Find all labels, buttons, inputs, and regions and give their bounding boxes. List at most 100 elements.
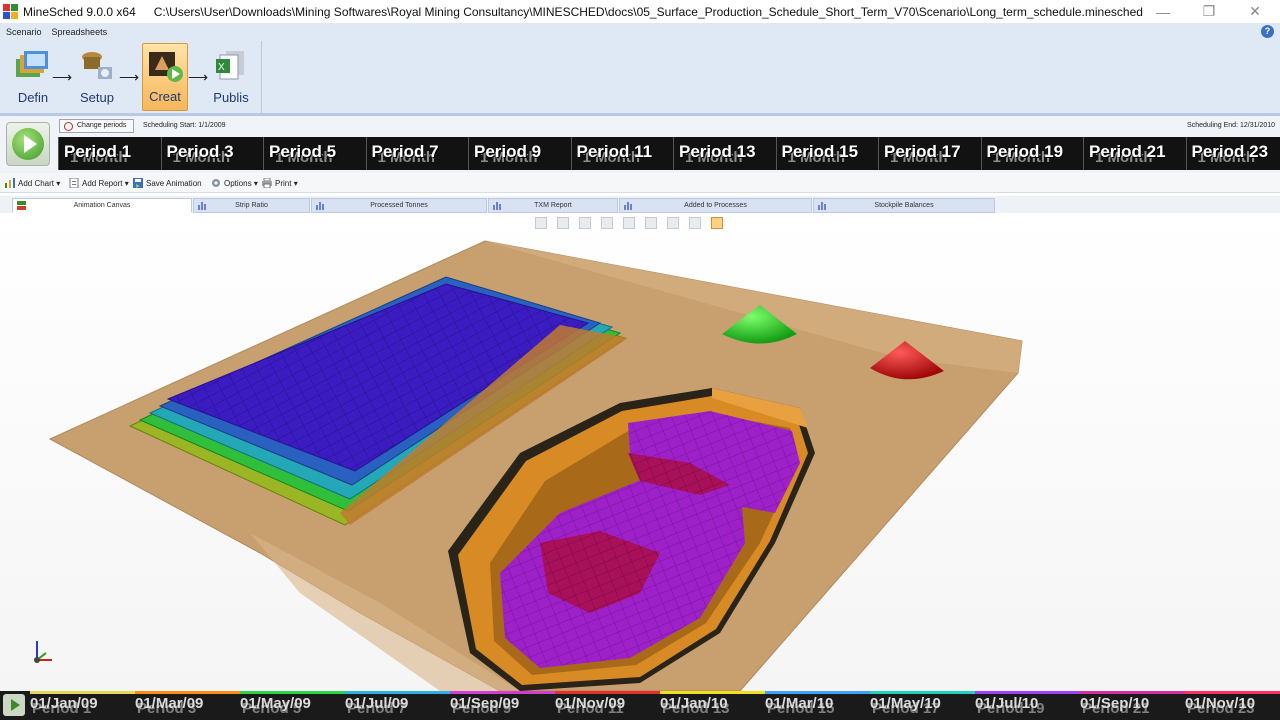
3d-scene[interactable] (0, 213, 1280, 691)
create-icon (149, 52, 183, 82)
period-label: Period 11 (576, 142, 653, 161)
change-periods-button[interactable]: Change periods (59, 119, 134, 133)
timeline-cell[interactable]: Period 21 01/Sep/10 (1080, 691, 1185, 720)
menu-scenario[interactable]: Scenario (6, 27, 42, 37)
options-button[interactable]: Options ▾ (211, 178, 258, 188)
tab-stockpile-balances[interactable]: Stockpile Balances (813, 198, 995, 213)
timeline-color-bar (1080, 691, 1185, 694)
timeline-color-bar (765, 691, 870, 694)
period-cell[interactable]: 1 Month Period 21 (1083, 137, 1186, 170)
timeline-cell[interactable]: Period 9 01/Sep/09 (450, 691, 555, 720)
period-cell[interactable]: 1 Month Period 19 (980, 137, 1084, 170)
report-icon (69, 178, 79, 188)
period-cell[interactable]: 1 Month Period 9 (468, 137, 571, 170)
minimize-button[interactable]: — (1140, 0, 1186, 23)
timeline-date-label: 01/Mar/09 (135, 695, 204, 712)
scheduling-start-label: Scheduling Start: 1/1/2009 (143, 122, 226, 129)
period-strip[interactable]: 1 Month Period 11 Month Period 31 Month Per… (58, 137, 1280, 170)
timeline-cell[interactable]: Period 3 01/Mar/09 (135, 691, 240, 720)
play-schedule-button[interactable] (6, 122, 50, 166)
period-label: Period 17 (884, 142, 961, 161)
animation-icon (17, 201, 26, 210)
period-label: Period 23 (1191, 142, 1269, 161)
timeline-cell[interactable]: Period 23 01/Nov/10 (1185, 691, 1280, 720)
view-front-icon[interactable] (645, 217, 657, 229)
report-toolbar: Add Chart ▾ Add Report ▾ Save Animation … (0, 173, 1280, 193)
ribbon-publish-button[interactable]: X Publis (198, 43, 264, 111)
period-cell[interactable]: 1 Month Period 17 (878, 137, 981, 170)
timeline-color-bar (135, 691, 240, 694)
chart-icon (5, 178, 15, 188)
view-top-icon[interactable] (623, 217, 635, 229)
scheduling-end-label: Scheduling End: 12/31/2010 (1187, 122, 1275, 129)
menu-spreadsheets[interactable]: Spreadsheets (52, 27, 108, 37)
zoom-extents-icon[interactable] (535, 217, 547, 229)
ribbon-define-label: Defin (17, 90, 49, 105)
timeline-cell[interactable]: Period 5 01/May/09 (240, 691, 345, 720)
tab-label: Strip Ratio (235, 202, 268, 209)
tab-added-to-processes[interactable]: Added to Processes (619, 198, 812, 213)
printer-icon (262, 178, 272, 188)
timeline-cell[interactable]: Period 17 01/May/10 (870, 691, 975, 720)
timeline-cell[interactable]: Period 11 01/Nov/09 (555, 691, 660, 720)
tab-processed-tonnes[interactable]: Processed Tonnes (311, 198, 487, 213)
options-label: Options (224, 179, 252, 188)
ribbon-publish-label: Publis (213, 90, 249, 105)
period-label: Period 1 (64, 142, 132, 161)
dropdown-arrow-icon: ▾ (56, 179, 61, 188)
period-cell[interactable]: 1 Month Period 13 (673, 137, 776, 170)
bar-chart-icon (316, 202, 324, 210)
period-cell[interactable]: 1 Month Period 5 (263, 137, 366, 170)
period-cell[interactable]: 1 Month Period 3 (160, 137, 264, 170)
file-path: C:\Users\User\Downloads\Mining Softwares… (153, 4, 1143, 19)
print-button[interactable]: Print ▾ (262, 178, 298, 188)
timeline-cell[interactable]: Period 1 01/Jan/09 (30, 691, 135, 720)
timeline-cell[interactable]: Period 7 01/Jul/09 (345, 691, 450, 720)
pan-icon[interactable] (579, 217, 591, 229)
timeline-color-bar (450, 691, 555, 694)
close-button[interactable]: ✕ (1232, 0, 1278, 23)
timeline-color-bar (1185, 691, 1280, 694)
view-side-icon[interactable] (667, 217, 679, 229)
timeline-play-button[interactable] (3, 694, 25, 716)
select-icon[interactable] (689, 217, 701, 229)
period-cell[interactable]: 1 Month Period 15 (775, 137, 879, 170)
timeline-cell[interactable]: Period 19 01/Jul/10 (975, 691, 1080, 720)
timeline-bar[interactable]: Period 1 01/Jan/09 Period 3 01/Mar/09 Period… (0, 691, 1280, 720)
period-label: Period 15 (781, 142, 859, 161)
timeline-cell[interactable]: Period 13 01/Jan/10 (660, 691, 765, 720)
save-animation-button[interactable]: Save Animation (133, 178, 202, 188)
timeline-color-bar (975, 691, 1080, 694)
change-periods-label: Change periods (77, 122, 127, 129)
play-icon (11, 699, 20, 711)
ribbon-create-button[interactable]: Creat (142, 43, 188, 111)
period-cell[interactable]: 1 Month Period 11 (570, 137, 674, 170)
tab-strip-ratio[interactable]: Strip Ratio (193, 198, 310, 213)
period-cell[interactable]: 1 Month Period 1 (58, 137, 161, 170)
bar-chart-icon (818, 202, 826, 210)
animation-canvas[interactable] (0, 213, 1280, 691)
timeline-date-label: 01/Jan/10 (660, 695, 728, 712)
tab-txm-report[interactable]: TXM Report (488, 198, 618, 213)
timeline-color-bar (660, 691, 765, 694)
snapshot-icon[interactable] (711, 217, 723, 229)
restore-button[interactable]: ❐ (1186, 0, 1232, 23)
help-icon[interactable]: ? (1261, 25, 1274, 38)
add-report-button[interactable]: Add Report ▾ (69, 178, 129, 188)
add-chart-label: Add Chart (18, 179, 55, 188)
svg-text:X: X (218, 62, 225, 73)
timeline-cell[interactable]: Period 15 01/Mar/10 (765, 691, 870, 720)
timeline-date-label: 01/Sep/10 (1080, 695, 1150, 712)
tab-animation-canvas[interactable]: Animation Canvas (12, 198, 192, 213)
add-chart-button[interactable]: Add Chart ▾ (5, 178, 60, 188)
period-cell[interactable]: 1 Month Period 23 (1185, 137, 1280, 170)
dropdown-arrow-icon: ▾ (293, 179, 298, 188)
timeline-date-label: 01/Nov/09 (555, 695, 626, 712)
timeline-date-label: 01/Jan/09 (30, 695, 98, 712)
rotate-icon[interactable] (601, 217, 613, 229)
period-label: Period 3 (166, 142, 234, 161)
window-title: MineSched 9.0.0 x64 C:\Users\User\Downloa… (23, 5, 1143, 19)
ribbon-create-label: Creat (149, 89, 181, 104)
period-cell[interactable]: 1 Month Period 7 (365, 137, 469, 170)
zoom-icon[interactable] (557, 217, 569, 229)
